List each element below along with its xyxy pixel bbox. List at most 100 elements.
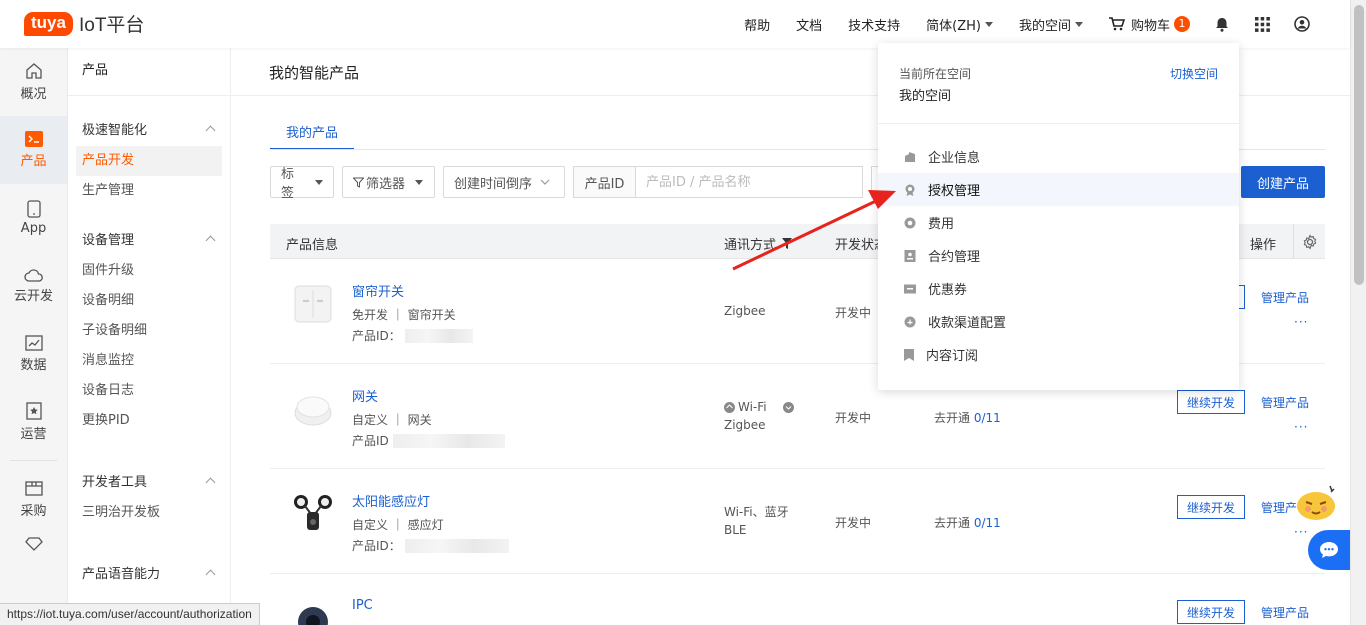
- comm-line: Wi-Fi: [724, 398, 794, 416]
- product-comm: Wi-Fi Zigbee: [724, 398, 794, 434]
- group-voice[interactable]: 产品语音能力: [68, 560, 230, 584]
- group-dev-tools[interactable]: 开发者工具: [68, 468, 230, 492]
- nav-docs[interactable]: 文档: [796, 15, 822, 34]
- leftnav-cloud[interactable]: 云开发: [0, 252, 67, 320]
- apps-grid-icon[interactable]: [1254, 16, 1270, 32]
- gear-icon[interactable]: [1293, 224, 1325, 259]
- menu-item-authorization[interactable]: 授权管理: [878, 173, 1239, 206]
- menu-item-payment-channel[interactable]: 收款渠道配置: [878, 305, 1239, 338]
- activate-label: 去开通: [934, 516, 971, 530]
- group-device-mgmt[interactable]: 设备管理: [68, 226, 230, 250]
- product-id-label: 产品ID：: [352, 329, 401, 343]
- wifi-icon: [724, 401, 735, 413]
- more-actions[interactable]: ···: [1294, 315, 1308, 329]
- search-input[interactable]: [636, 167, 862, 197]
- nav-help[interactable]: 帮助: [744, 15, 770, 34]
- product-meta: 自定义 ｜ 感应灯: [352, 518, 444, 532]
- leftnav-operation[interactable]: 运营: [0, 388, 67, 456]
- activate-link[interactable]: 去开通 0/11: [934, 409, 1001, 426]
- tag-select-label: 标签: [281, 167, 295, 201]
- product-thumbnail: [290, 281, 336, 327]
- leftnav-data[interactable]: 数据: [0, 320, 67, 388]
- menu-item-contracts[interactable]: 合约管理: [878, 239, 1239, 272]
- coin-icon: [904, 217, 916, 228]
- continue-dev-button[interactable]: 继续开发: [1177, 495, 1245, 519]
- more-actions[interactable]: ···: [1294, 525, 1308, 539]
- product-id: 产品ID: [352, 432, 505, 449]
- subnav-item-product-dev[interactable]: 产品开发: [76, 146, 222, 176]
- subnav-item-message-monitor[interactable]: 消息监控: [68, 346, 230, 376]
- subnav-item-subdevice-detail[interactable]: 子设备明细: [68, 316, 230, 346]
- activate-count: 0/11: [973, 411, 1001, 425]
- more-actions[interactable]: ···: [1294, 420, 1308, 434]
- activate-count: 0/11: [973, 516, 1001, 530]
- col-operations: 操作: [1250, 238, 1277, 253]
- subnav-item-change-pid[interactable]: 更换PID: [68, 406, 230, 436]
- scrollbar-thumb[interactable]: [1354, 5, 1364, 285]
- manage-product-link[interactable]: 管理产品: [1261, 394, 1309, 411]
- tuya-logo[interactable]: tuya IoT平台: [24, 10, 144, 37]
- mascot-icon[interactable]: [1294, 480, 1338, 524]
- nav-cart[interactable]: 购物车 1: [1108, 15, 1190, 34]
- table-row: IPC 继续开发 管理产品: [270, 574, 1325, 625]
- product-name[interactable]: IPC: [352, 598, 373, 613]
- redacted-id: [404, 328, 473, 343]
- menu-item-label: 企业信息: [928, 151, 981, 166]
- bell-icon[interactable]: [1214, 16, 1230, 32]
- product-name[interactable]: 网关: [352, 386, 378, 405]
- chevron-down-icon: [540, 179, 550, 185]
- subnav-item-sandwich-board[interactable]: 三明治开发板: [68, 498, 230, 528]
- subnav-item-firmware[interactable]: 固件升级: [68, 256, 230, 286]
- subnav-item-device-log[interactable]: 设备日志: [68, 376, 230, 406]
- product-name[interactable]: 窗帘开关: [352, 281, 404, 300]
- col-comm-label: 通讯方式: [724, 238, 777, 253]
- subnav-item-production[interactable]: 生产管理: [68, 176, 230, 206]
- col-comm[interactable]: 通讯方式: [724, 234, 793, 253]
- logo-text: IoT平台: [78, 15, 145, 36]
- tag-select[interactable]: 标签: [270, 166, 334, 201]
- redacted-id: [392, 433, 505, 448]
- product-dev-status: 开发中: [835, 516, 872, 530]
- menu-item-enterprise-info[interactable]: 企业信息: [878, 140, 1239, 173]
- group-fast-smart[interactable]: 极速智能化: [68, 116, 230, 140]
- sort-select[interactable]: 创建时间倒序: [443, 166, 565, 198]
- leftnav-more[interactable]: [0, 533, 67, 567]
- activate-link[interactable]: 去开通 0/11: [934, 514, 1001, 531]
- manage-product-link[interactable]: 管理产: [1261, 499, 1297, 516]
- product-name[interactable]: 太阳能感应灯: [352, 491, 430, 510]
- my-space-dropdown: 当前所在空间 我的空间 切换空间 企业信息 授权管理 费用 合约管理 优惠券 收…: [878, 43, 1239, 390]
- user-avatar-icon[interactable]: [1294, 16, 1310, 32]
- current-space-value: 我的空间: [899, 89, 952, 104]
- chat-support-button[interactable]: [1308, 530, 1350, 570]
- filter-select[interactable]: 筛选器: [342, 166, 435, 198]
- product-id-label: 产品ID：: [352, 539, 401, 553]
- expand-icon[interactable]: [782, 401, 794, 413]
- menu-item-content-subscription[interactable]: 内容订阅: [878, 338, 1239, 371]
- switch-space-link[interactable]: 切换空间: [1170, 65, 1218, 82]
- manage-product-link[interactable]: 管理产品: [1261, 289, 1309, 306]
- menu-item-coupons[interactable]: 优惠券: [878, 272, 1239, 305]
- tab-my-products[interactable]: 我的产品: [270, 112, 355, 150]
- product-comm: Zigbee: [724, 304, 766, 318]
- chevron-up-icon: [205, 477, 216, 487]
- menu-item-billing[interactable]: 费用: [878, 206, 1239, 239]
- leftnav-overview[interactable]: 概况: [0, 48, 67, 116]
- leftnav-app[interactable]: App: [0, 184, 67, 252]
- filter-icon: [782, 238, 793, 249]
- manage-product-link[interactable]: 管理产品: [1261, 604, 1309, 621]
- sort-select-label: 创建时间倒序: [454, 176, 533, 192]
- nav-language[interactable]: 简体(ZH): [926, 15, 993, 34]
- nav-my-space[interactable]: 我的空间: [1019, 15, 1083, 34]
- continue-dev-button[interactable]: 继续开发: [1177, 390, 1245, 414]
- leftnav-label: App: [20, 221, 47, 236]
- leftnav-purchase[interactable]: 采购: [0, 465, 67, 533]
- nav-support[interactable]: 技术支持: [848, 15, 900, 34]
- create-product-button[interactable]: 创建产品: [1241, 166, 1325, 198]
- continue-dev-button[interactable]: 继续开发: [1177, 600, 1245, 624]
- product-meta: 自定义 ｜ 网关: [352, 413, 432, 427]
- page-scrollbar[interactable]: [1350, 0, 1366, 625]
- subnav-item-device-detail[interactable]: 设备明细: [68, 286, 230, 316]
- leftnav-label: 运营: [20, 427, 47, 442]
- product-search: 产品ID: [573, 166, 863, 198]
- leftnav-product[interactable]: 产品: [0, 116, 67, 184]
